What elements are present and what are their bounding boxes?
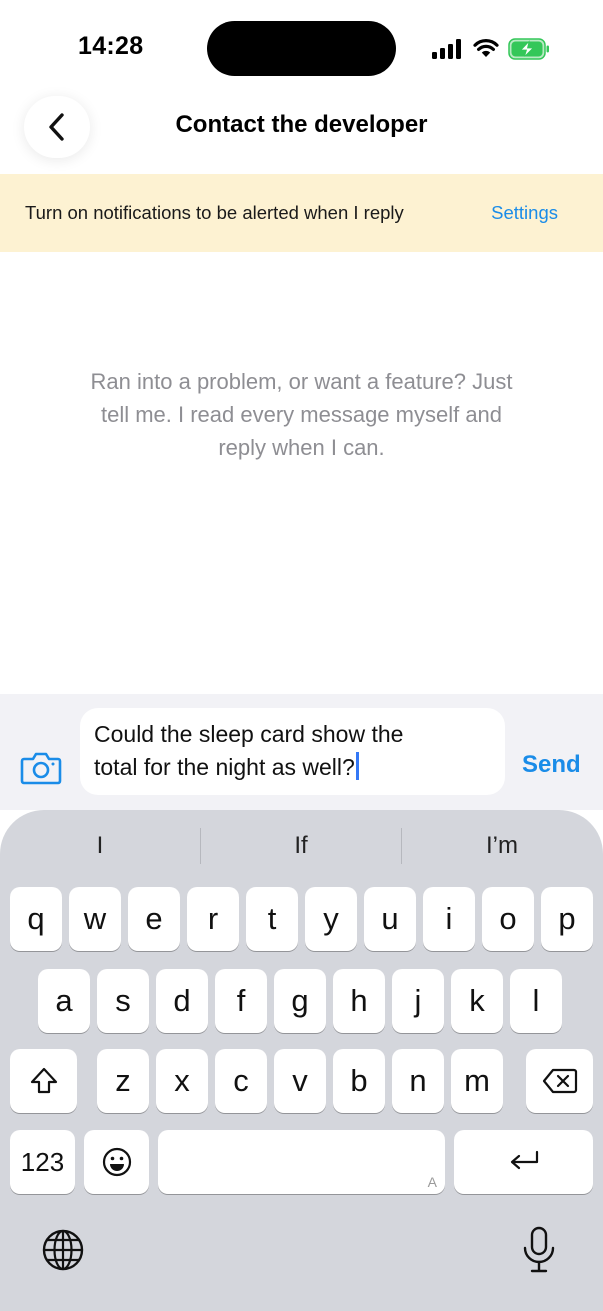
empty-state-message: Ran into a problem, or want a feature? J… [40, 365, 563, 464]
page-title: Contact the developer [175, 111, 428, 138]
key-j[interactable]: j [392, 969, 444, 1033]
shift-icon [30, 1067, 57, 1094]
empty-state-line: tell me. I read every message myself and [100, 402, 503, 427]
globe-icon[interactable] [41, 1228, 85, 1272]
send-button[interactable]: Send [522, 751, 581, 779]
chevron-left-icon [49, 113, 64, 141]
suggestion-item[interactable]: If [201, 810, 401, 882]
key-e[interactable]: e [128, 887, 180, 951]
key-p[interactable]: p [541, 887, 593, 951]
wifi-icon [473, 39, 499, 57]
key-w[interactable]: w [69, 887, 121, 951]
message-input[interactable]: Could the sleep card show the total for … [80, 708, 505, 795]
key-s[interactable]: s [97, 969, 149, 1033]
key-o[interactable]: o [482, 887, 534, 951]
key-m[interactable]: m [451, 1049, 503, 1113]
key-z[interactable]: z [97, 1049, 149, 1113]
key-n[interactable]: n [392, 1049, 444, 1113]
status-time: 14:28 [78, 32, 144, 60]
space-key[interactable]: A [158, 1130, 445, 1194]
key-a[interactable]: a [38, 969, 90, 1033]
microphone-icon[interactable] [522, 1226, 556, 1274]
suggestion-item[interactable]: I’m [402, 810, 602, 882]
key-i[interactable]: i [423, 887, 475, 951]
key-l[interactable]: l [510, 969, 562, 1033]
camera-icon[interactable] [20, 750, 62, 786]
backspace-icon [542, 1068, 577, 1094]
key-t[interactable]: t [246, 887, 298, 951]
cellular-signal-icon [432, 39, 461, 59]
key-x[interactable]: x [156, 1049, 208, 1113]
key-v[interactable]: v [274, 1049, 326, 1113]
key-y[interactable]: y [305, 887, 357, 951]
back-button[interactable] [24, 96, 90, 158]
message-text-line: Could the sleep card show the [94, 721, 404, 747]
settings-link[interactable]: Settings [491, 202, 558, 224]
suggestion-item[interactable]: I [0, 810, 200, 882]
status-bar: 14:28 [0, 0, 603, 96]
text-caret [355, 752, 359, 780]
empty-state-line: reply when I can. [218, 435, 385, 460]
return-key[interactable] [454, 1130, 593, 1194]
emoji-key[interactable] [84, 1130, 149, 1194]
key-u[interactable]: u [364, 887, 416, 951]
key-k[interactable]: k [451, 969, 503, 1033]
key-d[interactable]: d [156, 969, 208, 1033]
shift-key[interactable] [10, 1049, 77, 1113]
backspace-key[interactable] [526, 1049, 593, 1113]
key-q[interactable]: q [10, 887, 62, 951]
dynamic-island [207, 21, 396, 76]
emoji-icon [102, 1147, 131, 1177]
key-b[interactable]: b [333, 1049, 385, 1113]
battery-charging-icon [508, 38, 549, 60]
numbers-key[interactable]: 123 [10, 1130, 75, 1194]
key-c[interactable]: c [215, 1049, 267, 1113]
key-g[interactable]: g [274, 969, 326, 1033]
key-h[interactable]: h [333, 969, 385, 1033]
space-key-hint: A [427, 1174, 437, 1190]
message-text-line: total for the night as well? [94, 754, 355, 780]
banner-message: Turn on notifications to be alerted when… [25, 202, 404, 223]
key-r[interactable]: r [187, 887, 239, 951]
notification-banner: Turn on notifications to be alerted when… [0, 174, 603, 252]
return-icon [510, 1150, 538, 1170]
key-f[interactable]: f [215, 969, 267, 1033]
keyboard: I If I’m q w e r t y u i o p a s d f g h… [0, 810, 603, 1311]
message-composer: Could the sleep card show the total for … [0, 694, 603, 810]
empty-state-line: Ran into a problem, or want a feature? J… [90, 369, 513, 394]
navigation-bar: Contact the developer [0, 96, 603, 172]
